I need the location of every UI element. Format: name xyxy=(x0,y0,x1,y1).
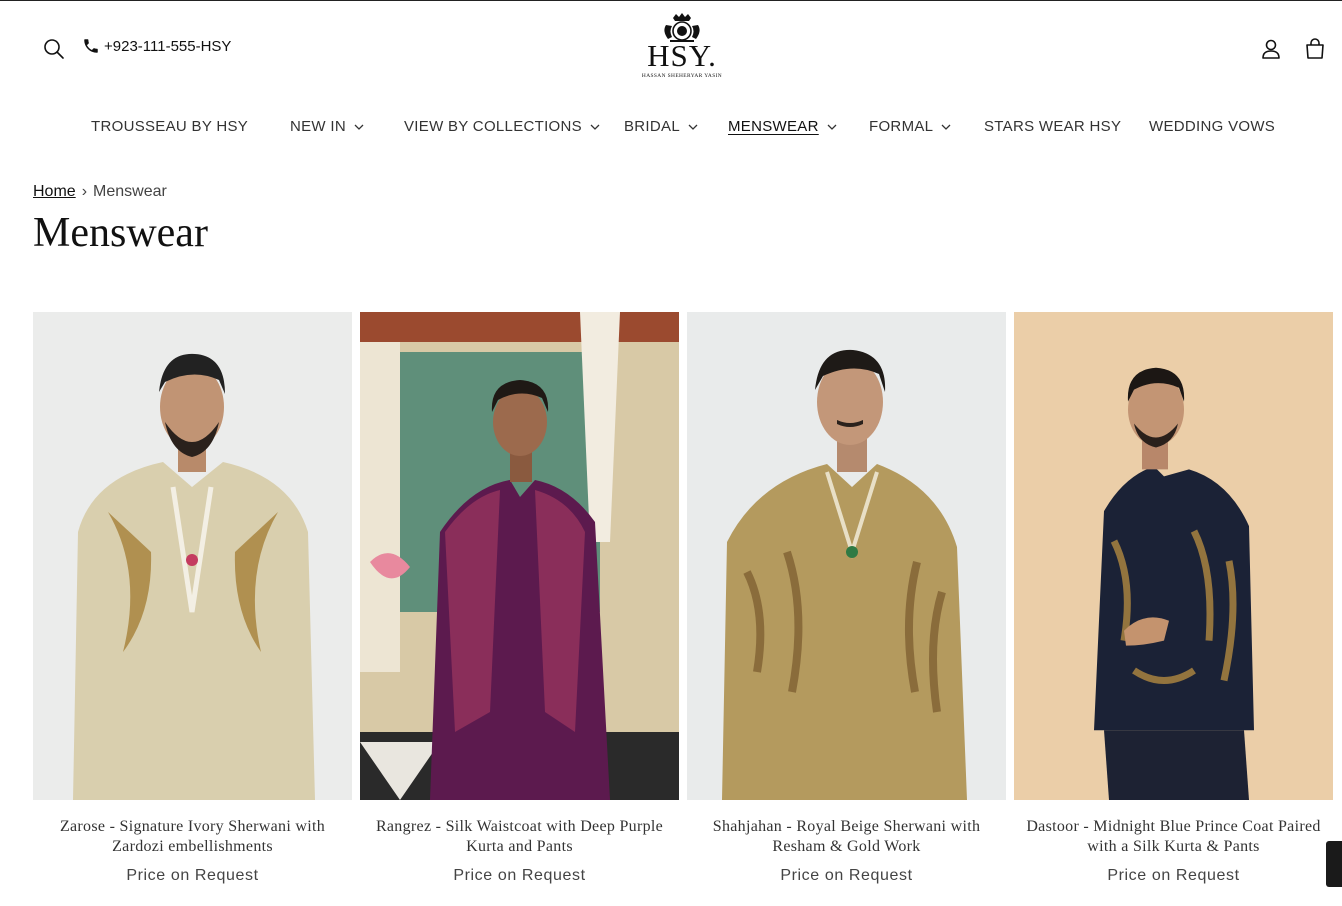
breadcrumb: Home › Menswear xyxy=(33,183,167,201)
product-card[interactable]: Rangrez - Silk Waistcoat with Deep Purpl… xyxy=(360,312,679,885)
nav-item-wedding-vows[interactable]: WEDDING VOWS xyxy=(1149,118,1275,135)
nav-item-label: VIEW BY COLLECTIONS xyxy=(404,118,582,135)
nav-item-label: MENSWEAR xyxy=(728,118,819,135)
product-name[interactable]: Rangrez - Silk Waistcoat with Deep Purpl… xyxy=(360,817,679,857)
account-icon[interactable] xyxy=(1258,36,1284,62)
phone-number: +923-111-555-HSY xyxy=(104,37,232,55)
nav-item-label: STARS WEAR HSY xyxy=(984,118,1122,135)
nav-item-view-by-collections[interactable]: VIEW BY COLLECTIONS xyxy=(404,118,600,135)
nav-item-label: FORMAL xyxy=(869,118,934,135)
nav-item-bridal[interactable]: BRIDAL xyxy=(624,118,698,135)
product-image[interactable] xyxy=(360,312,679,800)
brand-logo[interactable]: HSY. HASSAN SHEHERYAR YASIN xyxy=(636,13,728,89)
chevron-down-icon xyxy=(590,124,600,130)
product-image[interactable] xyxy=(1014,312,1333,800)
search-icon[interactable] xyxy=(42,37,66,61)
product-card[interactable]: Dastoor - Midnight Blue Prince Coat Pair… xyxy=(1014,312,1333,885)
product-price: Price on Request xyxy=(126,867,259,884)
nav-item-label: WEDDING VOWS xyxy=(1149,118,1276,135)
nav-item-formal[interactable]: FORMAL xyxy=(869,118,951,135)
main-navigation: TROUSSEAU BY HSY NEW IN VIEW BY COLLECTI… xyxy=(0,111,1342,145)
nav-item-stars-wear-hsy[interactable]: STARS WEAR HSY xyxy=(984,118,1121,135)
product-name[interactable]: Dastoor - Midnight Blue Prince Coat Pair… xyxy=(1014,817,1333,857)
chevron-down-icon xyxy=(941,124,951,130)
product-card[interactable]: Zarose - Signature Ivory Sherwani with Z… xyxy=(33,312,352,885)
page-title: Menswear xyxy=(33,210,208,256)
site-header: +923-111-555-HSY HSY. HASSAN SHEHERYAR Y… xyxy=(0,1,1342,96)
phone-link[interactable]: +923-111-555-HSY xyxy=(82,37,231,55)
logo-mark: HSY. xyxy=(647,38,717,73)
breadcrumb-current: Menswear xyxy=(93,183,167,200)
chevron-down-icon xyxy=(354,124,364,130)
cart-icon[interactable] xyxy=(1302,36,1328,62)
product-price: Price on Request xyxy=(1107,867,1240,884)
nav-item-label: BRIDAL xyxy=(624,118,680,135)
product-image[interactable] xyxy=(687,312,1006,800)
chat-widget-tab[interactable] xyxy=(1326,841,1342,887)
nav-item-label: NEW IN xyxy=(290,118,346,135)
product-price: Price on Request xyxy=(780,867,913,884)
nav-item-label: TROUSSEAU BY HSY xyxy=(91,118,249,135)
chevron-down-icon xyxy=(688,124,698,130)
product-name[interactable]: Shahjahan - Royal Beige Sherwani with Re… xyxy=(687,817,1006,857)
product-price: Price on Request xyxy=(453,867,586,884)
breadcrumb-home-link[interactable]: Home xyxy=(33,183,76,201)
product-image[interactable] xyxy=(33,312,352,800)
phone-icon xyxy=(82,37,100,55)
product-name[interactable]: Zarose - Signature Ivory Sherwani with Z… xyxy=(33,817,352,857)
nav-item-trousseau[interactable]: TROUSSEAU BY HSY xyxy=(91,118,248,135)
nav-item-new-in[interactable]: NEW IN xyxy=(290,118,364,135)
logo-tagline: HASSAN SHEHERYAR YASIN xyxy=(641,73,723,79)
nav-item-menswear[interactable]: MENSWEAR xyxy=(728,118,837,135)
chevron-down-icon xyxy=(827,124,837,130)
product-card[interactable]: Shahjahan - Royal Beige Sherwani with Re… xyxy=(687,312,1006,885)
breadcrumb-separator: › xyxy=(81,183,88,200)
